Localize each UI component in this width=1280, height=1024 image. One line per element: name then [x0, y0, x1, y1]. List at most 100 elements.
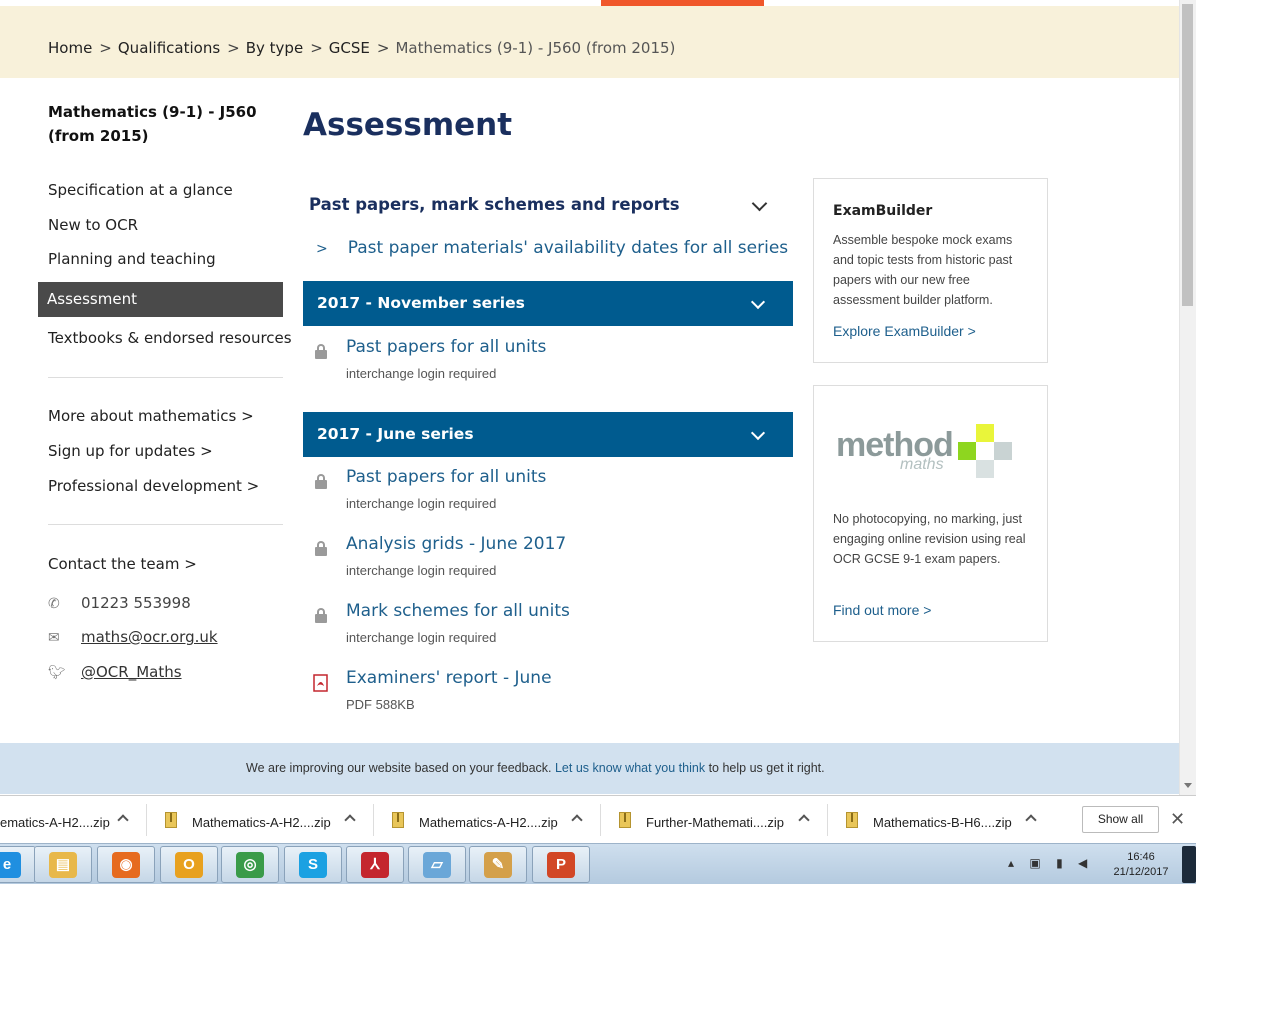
resource-title[interactable]: Analysis grids - June 2017: [346, 534, 566, 554]
chevron-up-icon[interactable]: [1025, 814, 1037, 826]
powerpoint-icon: P: [547, 852, 575, 878]
sidebar-item-planning[interactable]: Planning and teaching: [48, 250, 216, 268]
card-text: Assemble bespoke mock exams and topic te…: [833, 233, 1013, 307]
show-desktop-button[interactable]: [1182, 846, 1196, 883]
taskbar-app-button[interactable]: P: [532, 846, 590, 883]
chevron-right-icon: >: [316, 241, 328, 257]
breadcrumb-separator: >: [310, 39, 323, 57]
sidebar-item-specification[interactable]: Specification at a glance: [48, 181, 233, 199]
feedback-text: We are improving our website based on yo…: [246, 761, 825, 775]
download-separator: [600, 804, 601, 836]
taskbar-app-button[interactable]: ◎: [221, 846, 279, 883]
resource-item[interactable]: Mark schemes for all units interchange l…: [303, 601, 793, 661]
resource-title[interactable]: Past papers for all units: [346, 337, 546, 357]
network-icon[interactable]: ▣: [1029, 856, 1046, 870]
page-title: Assessment: [303, 107, 513, 143]
sidebar-item-assessment[interactable]: Assessment: [38, 282, 283, 317]
taskbar-app-button[interactable]: S: [284, 846, 342, 883]
scrollbar-thumb[interactable]: [1182, 4, 1193, 306]
chevron-up-icon[interactable]: [344, 814, 356, 826]
chevron-down-icon: [750, 425, 766, 441]
taskbar-app-button[interactable]: ⅄: [346, 846, 404, 883]
windows-taskbar: e ▤ ◉ O ◎ S ⅄ ▱ ✎ P ▴ ▣ ▮ ◀ 16:46 21/12/2017: [0, 843, 1196, 884]
email-link[interactable]: maths@ocr.org.uk: [81, 628, 218, 646]
show-all-downloads-button[interactable]: Show all: [1082, 806, 1159, 833]
volume-muted-icon[interactable]: ◀: [1078, 856, 1093, 870]
close-icon[interactable]: ✕: [1170, 809, 1185, 830]
contact-team-link[interactable]: Contact the team >: [48, 555, 197, 573]
sidebar-item-new-to-ocr[interactable]: New to OCR: [48, 216, 138, 234]
download-item[interactable]: ematics-A-H2....zip: [0, 796, 145, 844]
zip-file-icon: [846, 812, 858, 828]
resource-title[interactable]: Past papers for all units: [346, 467, 546, 487]
outlook-icon: O: [175, 852, 203, 878]
sidebar-item-textbooks[interactable]: Textbooks & endorsed resources: [48, 329, 292, 347]
taskbar-app-button[interactable]: ▱: [408, 846, 466, 883]
scroll-down-arrow-icon[interactable]: [1184, 783, 1192, 788]
sidebar-divider: [48, 524, 283, 525]
lock-icon: [313, 343, 329, 361]
chevron-down-icon: [751, 195, 768, 212]
method-maths-card: method maths No photocopying, no marking…: [813, 385, 1048, 642]
breadcrumb-qualifications[interactable]: Qualifications: [118, 39, 220, 57]
chevron-up-icon[interactable]: [798, 814, 810, 826]
availability-dates-link[interactable]: > Past paper materials' availability date…: [316, 238, 788, 258]
download-filename: Further-Mathemati....zip: [646, 815, 784, 830]
tray-expand-icon[interactable]: ▴: [1008, 856, 1020, 870]
taskbar-app-button[interactable]: ▤: [34, 846, 92, 883]
sidebar-divider: [48, 377, 283, 378]
more-about-link[interactable]: More about mathematics >: [48, 407, 254, 425]
resource-title[interactable]: Mark schemes for all units: [346, 601, 570, 621]
breadcrumb-gcse[interactable]: GCSE: [329, 39, 370, 57]
explore-exambuilder-link[interactable]: Explore ExamBuilder >: [833, 323, 976, 339]
taskbar-app-button[interactable]: ◉: [97, 846, 155, 883]
card-title: ExamBuilder: [833, 203, 933, 219]
resource-item[interactable]: Past papers for all units interchange lo…: [303, 467, 793, 527]
phone-number: 01223 553998: [81, 594, 191, 612]
sign-up-link[interactable]: Sign up for updates >: [48, 442, 213, 460]
breadcrumb-bar: Home > Qualifications > By type > GCSE > Mathema…: [0, 6, 1179, 78]
lock-icon: [313, 473, 329, 491]
taskbar-app-button[interactable]: O: [160, 846, 218, 883]
resource-note: interchange login required: [346, 630, 497, 645]
resource-item[interactable]: Analysis grids - June 2017 interchange l…: [303, 534, 793, 594]
resource-item[interactable]: Examiners' report - June PDF 588KB: [303, 668, 793, 728]
notepad-icon: ▱: [423, 852, 451, 878]
series-june-2017[interactable]: 2017 - June series: [303, 412, 793, 457]
sidebar-title-line1: Mathematics (9-1) - J560: [48, 103, 257, 121]
taskbar-app-button[interactable]: e: [0, 846, 36, 883]
twitter-link[interactable]: @OCR_Maths: [81, 663, 182, 681]
resource-note: PDF 588KB: [346, 697, 415, 712]
breadcrumb-separator: >: [376, 39, 390, 57]
professional-development-link[interactable]: Professional development >: [48, 477, 259, 495]
find-out-more-link[interactable]: Find out more >: [833, 602, 931, 618]
system-clock[interactable]: 16:46 21/12/2017: [1108, 850, 1174, 880]
availability-link-text: Past paper materials' availability dates…: [347, 238, 789, 258]
resource-item[interactable]: Past papers for all units interchange lo…: [303, 337, 793, 397]
download-item[interactable]: Mathematics-B-H6....zip: [846, 796, 1051, 844]
feedback-link[interactable]: Let us know what you think: [555, 761, 705, 775]
resource-note: interchange login required: [346, 366, 497, 381]
contact-twitter: 🐦︎ @OCR_Maths: [48, 663, 182, 681]
taskbar-app-button[interactable]: ✎: [469, 846, 527, 883]
series-label: 2017 - June series: [317, 425, 474, 443]
accordion-past-papers[interactable]: Past papers, mark schemes and reports: [303, 188, 793, 222]
zip-file-icon: [165, 812, 177, 828]
breadcrumb-by-type[interactable]: By type: [246, 39, 303, 57]
download-item[interactable]: Further-Mathemati....zip: [619, 796, 824, 844]
accordion-title: Past papers, mark schemes and reports: [309, 195, 680, 214]
lock-icon: [313, 607, 329, 625]
series-november-2017[interactable]: 2017 - November series: [303, 281, 793, 326]
download-item[interactable]: Mathematics-A-H2....zip: [165, 796, 370, 844]
breadcrumb-home[interactable]: Home: [48, 39, 92, 57]
download-item[interactable]: Mathematics-A-H2....zip: [392, 796, 597, 844]
chevron-up-icon[interactable]: [571, 814, 583, 826]
chevron-down-icon: [750, 294, 766, 310]
exambuilder-card: ExamBuilder Assemble bespoke mock exams …: [813, 178, 1048, 363]
resource-title[interactable]: Examiners' report - June: [346, 668, 552, 688]
sidebar-title-line2: (from 2015): [48, 127, 149, 145]
chevron-up-icon[interactable]: [117, 814, 129, 826]
breadcrumb-separator: >: [227, 39, 240, 57]
sidebar: Mathematics (9-1) - J560 (from 2015) Spe…: [38, 100, 292, 681]
signal-icon[interactable]: ▮: [1056, 856, 1069, 870]
